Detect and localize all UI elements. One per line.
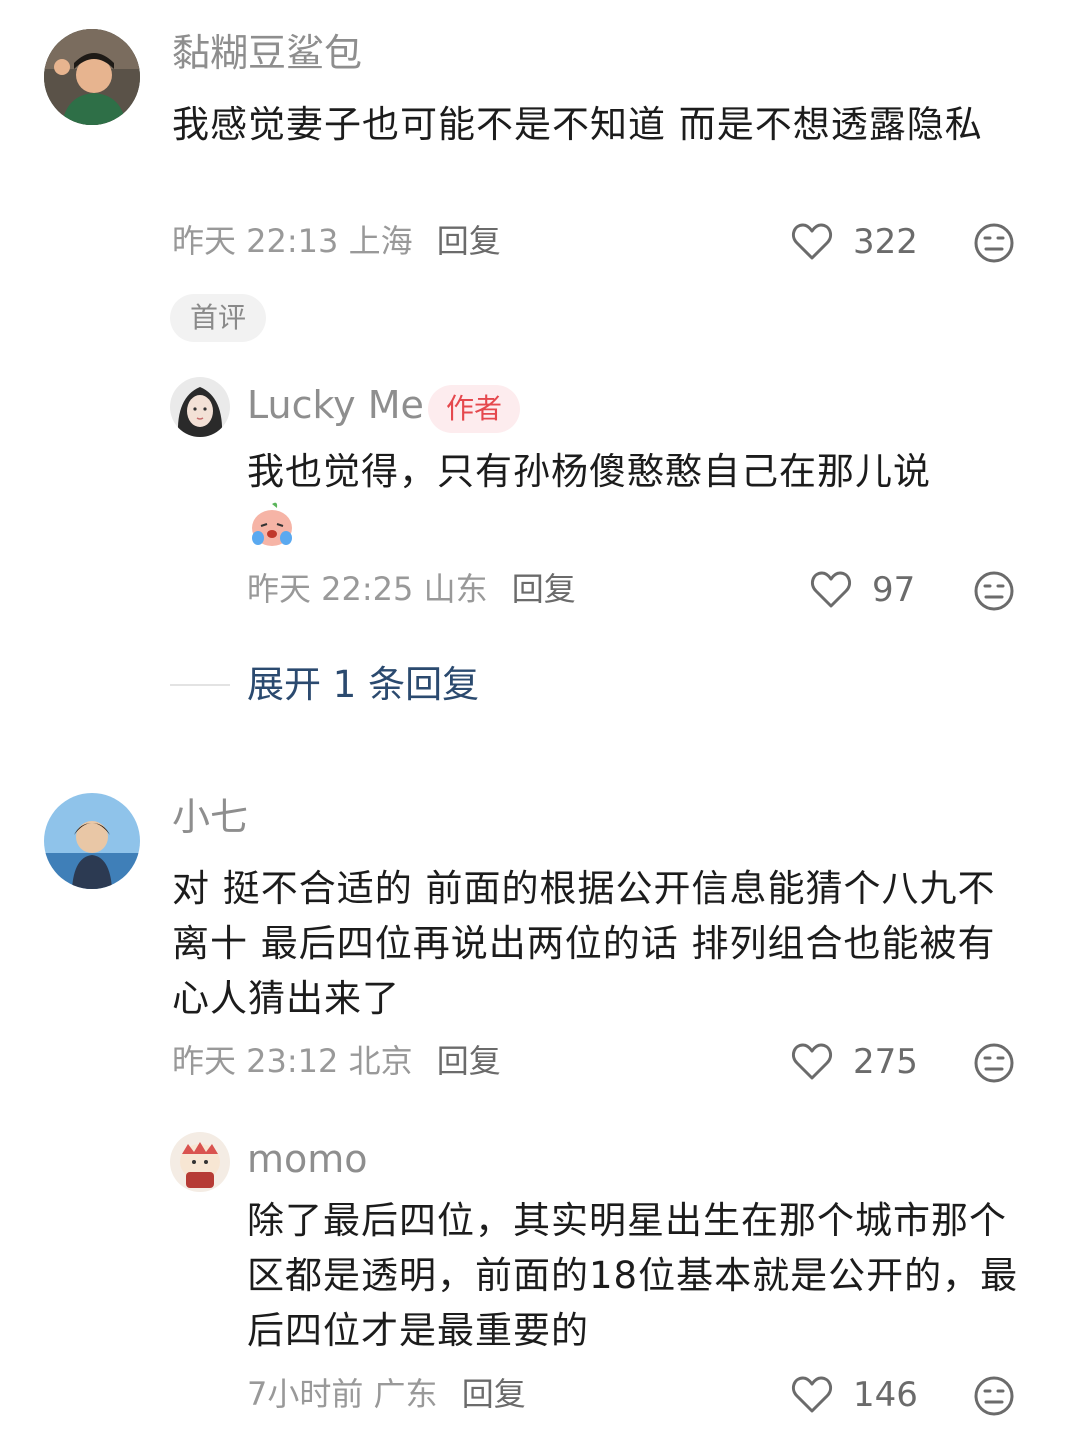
like-count: 97 <box>872 570 916 610</box>
like-count: 275 <box>853 1042 918 1082</box>
comment-meta: 昨天 23:12 北京 回复 <box>172 1045 501 1077</box>
comment-time: 昨天 23:12 <box>172 1042 339 1080</box>
reply-username[interactable]: momo <box>247 1140 368 1178</box>
meh-face-icon <box>974 1043 1014 1083</box>
author-badge: 作者 <box>428 385 521 433</box>
reply-button[interactable]: 回复 <box>462 1375 526 1413</box>
reply-button[interactable]: 回复 <box>512 570 576 608</box>
avatar[interactable] <box>44 793 140 889</box>
first-comment-badge: 首评 <box>170 294 267 342</box>
like-count: 322 <box>853 222 918 262</box>
dislike-button[interactable] <box>973 1375 1015 1421</box>
reply-location: 广东 <box>373 1375 438 1413</box>
crying-peach-emoji <box>247 500 297 554</box>
reply-meta: 昨天 22:25 山东 回复 <box>247 573 576 605</box>
dislike-button[interactable] <box>973 222 1015 268</box>
meh-face-icon <box>974 223 1014 263</box>
comment-username[interactable]: 黏糊豆鲨包 <box>172 34 362 72</box>
comment-username[interactable]: 小七 <box>172 798 248 836</box>
heart-outline-icon <box>791 223 833 260</box>
dislike-button[interactable] <box>973 1042 1015 1088</box>
comment-location: 北京 <box>348 1042 413 1080</box>
meh-face-icon <box>974 571 1014 611</box>
avatar[interactable] <box>170 377 230 437</box>
divider <box>170 684 230 686</box>
reply-text: 我也觉得，只有孙杨傻憨憨自己在那儿说 <box>247 450 931 493</box>
like-button[interactable]: 322 <box>791 222 918 262</box>
comment-location: 上海 <box>348 222 413 260</box>
heart-outline-icon <box>810 571 852 608</box>
comment-meta: 昨天 22:13 上海 回复 <box>172 225 501 257</box>
reply-time: 昨天 22:25 <box>247 570 414 608</box>
dislike-button[interactable] <box>973 570 1015 616</box>
comment-text: 对 挺不合适的 前面的根据公开信息能猜个八九不离十 最后四位再说出两位的话 排列… <box>172 867 996 1020</box>
heart-outline-icon <box>791 1043 833 1080</box>
reply-username[interactable]: Lucky Me <box>247 386 424 424</box>
avatar[interactable] <box>44 29 140 125</box>
heart-outline-icon <box>791 1376 833 1413</box>
reply-button[interactable]: 回复 <box>437 1042 501 1080</box>
like-count: 146 <box>853 1375 918 1415</box>
comment-text: 我感觉妻子也可能不是不知道 而是不想透露隐私 <box>172 103 983 146</box>
reply-time: 7小时前 <box>247 1375 364 1413</box>
avatar[interactable] <box>170 1132 230 1192</box>
reply-button[interactable]: 回复 <box>437 222 501 260</box>
like-button[interactable]: 97 <box>810 570 915 610</box>
meh-face-icon <box>974 1376 1014 1416</box>
reply-meta: 7小时前 广东 回复 <box>247 1378 526 1410</box>
reply-text: 除了最后四位，其实明星出生在那个城市那个区都是透明，前面的18位基本就是公开的，… <box>247 1199 1019 1352</box>
reply-location: 山东 <box>423 570 488 608</box>
comment-time: 昨天 22:13 <box>172 222 339 260</box>
like-button[interactable]: 275 <box>791 1042 918 1082</box>
like-button[interactable]: 146 <box>791 1375 918 1415</box>
expand-replies-button[interactable]: 展开 1 条回复 <box>247 666 479 703</box>
